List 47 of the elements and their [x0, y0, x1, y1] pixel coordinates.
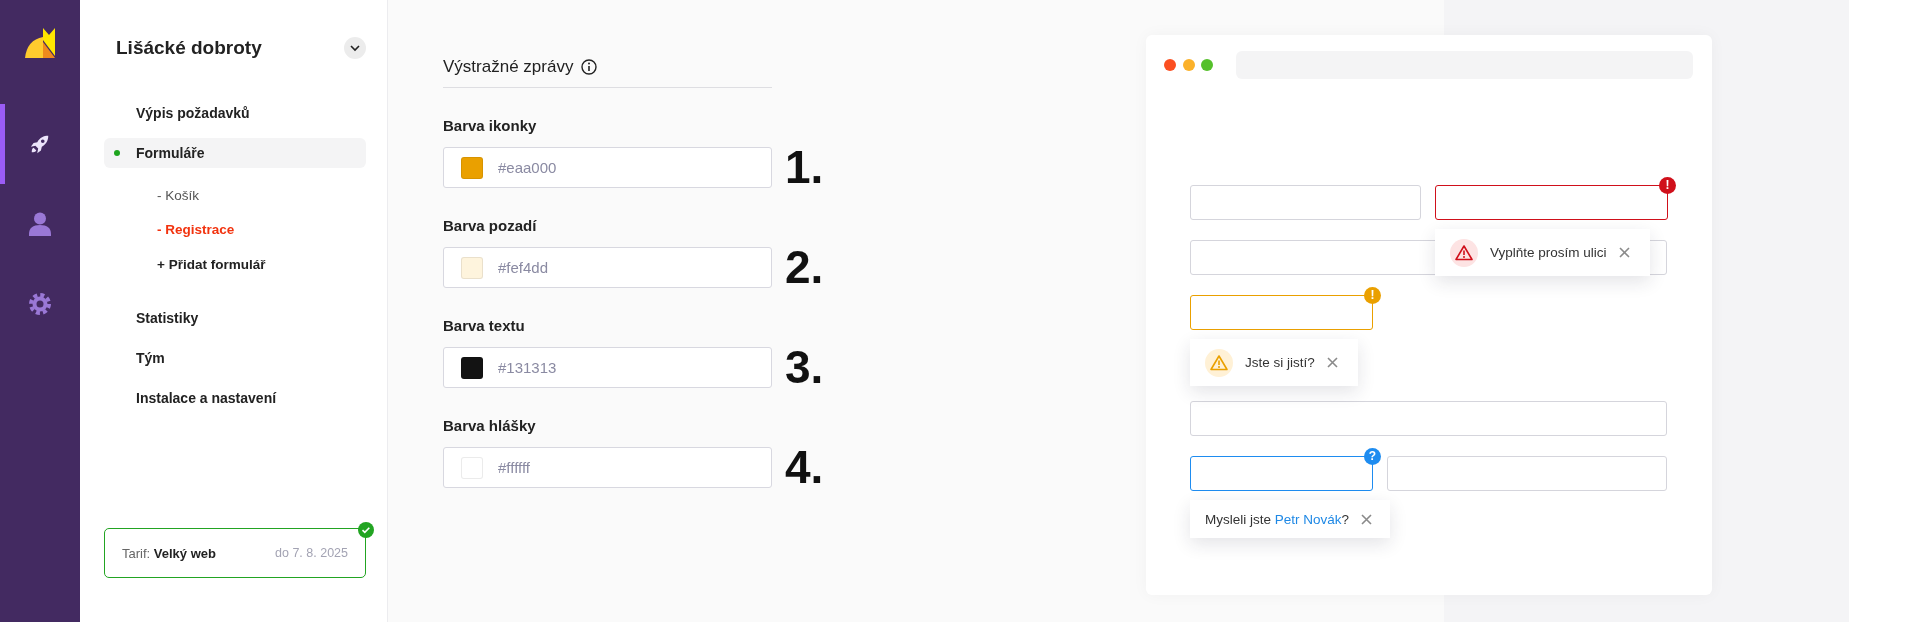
close-icon[interactable]	[1361, 513, 1373, 525]
field-label: Barva pozadí	[443, 216, 538, 236]
workspace-title: Lišácké dobroty	[116, 37, 262, 59]
rocket-icon	[29, 133, 51, 155]
window-controls-icon	[1164, 59, 1213, 71]
step-number: 2.	[785, 247, 824, 288]
chevron-down-icon	[350, 44, 360, 52]
status-badge: ?	[1364, 448, 1381, 465]
text-field[interactable]	[1435, 185, 1668, 220]
workspace-dropdown-button[interactable]	[344, 37, 366, 59]
field-label: Barva ikonky	[443, 116, 538, 136]
sidebar-item[interactable]: Statistiky	[104, 303, 366, 333]
tooltip-message: Jste si jistí?	[1245, 355, 1315, 370]
tooltip-message: Mysleli jste Petr Novák?	[1205, 511, 1350, 527]
sidebar-item[interactable]: Výpis požadavků	[104, 98, 366, 128]
gear-icon	[28, 292, 52, 316]
step-number: 3.	[785, 347, 824, 388]
text-field[interactable]	[1190, 295, 1373, 330]
warning-icon	[1450, 238, 1478, 267]
color-swatch[interactable]	[461, 356, 483, 379]
plan-label: Tarif: Velký web	[122, 545, 216, 561]
step-number: 4.	[785, 447, 824, 488]
sidebar-subitem[interactable]: - Košík	[104, 180, 366, 210]
status-badge: !	[1364, 287, 1381, 304]
status-badge: !	[1659, 177, 1676, 194]
sidebar-item[interactable]: Formuláře	[104, 138, 366, 168]
sidebar-item[interactable]: Tým	[104, 343, 366, 373]
close-icon[interactable]	[1326, 357, 1338, 368]
logo-icon	[25, 28, 55, 58]
tooltip-message: Vyplňte prosím ulici	[1490, 245, 1607, 260]
suggestion-link[interactable]: Petr Novák	[1274, 511, 1342, 527]
info-icon[interactable]	[581, 59, 598, 75]
field-label: Barva hlášky	[443, 416, 537, 436]
plan-expiry: do 7. 8. 2025	[275, 546, 348, 560]
warning-icon	[1205, 348, 1233, 377]
close-icon[interactable]	[1618, 247, 1630, 258]
color-swatch[interactable]	[461, 256, 483, 279]
sidebar-subitem[interactable]: + Přidat formulář	[104, 249, 366, 279]
color-swatch[interactable]	[461, 156, 483, 179]
field-label: Barva textu	[443, 316, 526, 336]
color-input-field[interactable]: #ffffff	[443, 447, 772, 488]
person-icon	[29, 212, 51, 236]
sidebar-item[interactable]: Instalace a nastavení	[104, 383, 366, 413]
sidebar-subitem[interactable]: - Registrace	[104, 214, 366, 245]
section-title: Výstražné zprávy	[443, 57, 574, 77]
active-dot	[114, 150, 120, 156]
step-number: 1.	[785, 147, 824, 188]
